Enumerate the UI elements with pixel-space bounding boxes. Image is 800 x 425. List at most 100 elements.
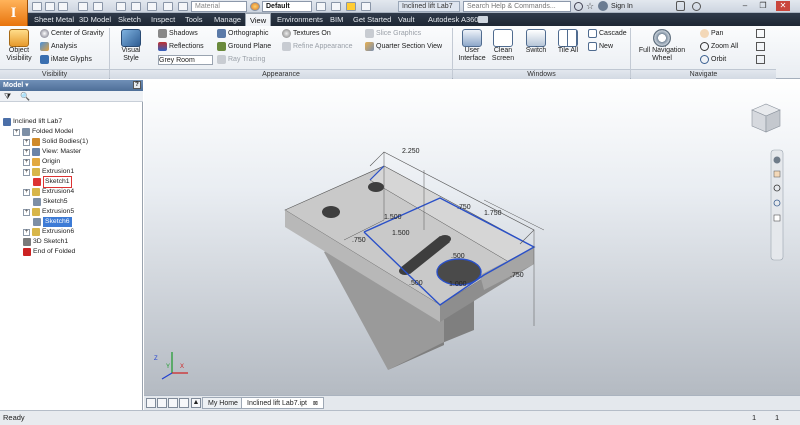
help-icon[interactable] [692, 2, 701, 11]
dim-label[interactable]: 1.750 [484, 210, 502, 217]
close-tab-icon[interactable]: ⊠ [313, 401, 318, 407]
orthographic-button[interactable]: Orthographic [217, 29, 268, 38]
ray-tracing-button[interactable]: Ray Tracing [217, 55, 265, 64]
expand-toggle-icon[interactable]: + [23, 228, 30, 236]
browser-node[interactable]: + Solid Bodies(1) [3, 137, 141, 147]
measure-icon[interactable] [163, 2, 173, 11]
pan-button[interactable]: Pan [700, 29, 723, 38]
orbit-button[interactable]: Orbit [700, 55, 726, 64]
save-icon[interactable] [58, 2, 68, 11]
tab-my-home[interactable]: My Home [202, 397, 244, 409]
quarter-section-view-button[interactable]: Quarter Section View [365, 42, 442, 51]
model-view-svg[interactable]: 2.250 1.750 .750 1.500 .750 .500 1.000 .… [144, 80, 800, 395]
minimize-icon[interactable]: – [738, 1, 752, 11]
appearance-select[interactable]: Default [262, 1, 312, 12]
redo-icon[interactable] [93, 2, 103, 11]
browser-node[interactable]: + Extrusion4 [3, 187, 141, 197]
cascade-button[interactable]: Cascade [588, 29, 627, 38]
nav-pan-icon[interactable] [773, 170, 781, 178]
textures-on-button[interactable]: Textures On [282, 29, 331, 38]
tile-all-button[interactable]: Tile All [554, 29, 582, 55]
browser-node[interactable]: End of Folded [3, 247, 141, 257]
browser-node[interactable]: + Origin [3, 157, 141, 167]
dim-label[interactable]: 1.500 [392, 230, 410, 237]
cascade-view-icon[interactable] [157, 398, 167, 408]
full-navigation-wheel-button[interactable]: Full Navigation Wheel [634, 29, 690, 63]
dim-label[interactable]: .750 [510, 272, 524, 279]
tab-3d-model[interactable]: 3D Model [75, 13, 115, 26]
adjust-icon[interactable] [316, 2, 326, 11]
dim-label[interactable]: .750 [352, 237, 366, 244]
maximize-icon[interactable]: ❐ [756, 1, 770, 11]
arrange-view-icon[interactable] [168, 398, 178, 408]
previous-view-icon[interactable] [756, 42, 765, 51]
new-file-icon[interactable] [32, 2, 42, 11]
browser-help-button[interactable]: ? [133, 81, 141, 89]
expand-toggle-icon[interactable]: + [23, 138, 30, 146]
expand-toggle-icon[interactable]: + [23, 158, 30, 166]
customize-icon[interactable] [361, 2, 371, 11]
star-icon[interactable]: ☆ [586, 0, 594, 12]
search-icon[interactable] [574, 2, 583, 11]
object-visibility-button[interactable]: Object Visibility [6, 29, 32, 63]
dim-label[interactable]: 2.250 [402, 148, 420, 155]
graphics-viewport[interactable]: 2.250 1.750 .750 1.500 .750 .500 1.000 .… [144, 80, 800, 395]
tab-vault[interactable]: Vault [394, 13, 419, 26]
cart-icon[interactable] [676, 1, 685, 11]
browser-node[interactable]: + Extrusion6 [3, 227, 141, 237]
tile-view-icon[interactable] [146, 398, 156, 408]
tab-get-started[interactable]: Get Started [349, 13, 395, 26]
visual-style-button[interactable]: Visual Style [113, 29, 149, 63]
tab-sketch[interactable]: Sketch [114, 13, 145, 26]
tab-sheet-metal[interactable]: Sheet Metal [30, 13, 78, 26]
browser-node[interactable]: Sketch6 [3, 217, 141, 227]
tab-inspect[interactable]: Inspect [147, 13, 179, 26]
close-icon[interactable]: ✕ [776, 1, 790, 11]
open-file-icon[interactable] [45, 2, 55, 11]
tab-environments[interactable]: Environments [273, 13, 327, 26]
help-search-input[interactable]: Search Help & Commands... [463, 1, 571, 12]
steering-wheel-icon[interactable] [773, 156, 781, 164]
nav-look-at-icon[interactable] [773, 214, 781, 222]
browser-node[interactable]: Inclined lift Lab7 [3, 117, 141, 127]
zoom-all-button[interactable]: Zoom All [700, 42, 738, 51]
select-icon[interactable] [131, 2, 141, 11]
browser-node[interactable]: Sketch5 [3, 197, 141, 207]
expand-toggle-icon[interactable]: + [23, 208, 30, 216]
view-face-icon[interactable] [756, 29, 765, 38]
expand-toggle-icon[interactable]: + [23, 168, 30, 176]
navigation-bar[interactable] [770, 149, 784, 261]
shadows-button[interactable]: Shadows [158, 29, 198, 38]
tab-bim[interactable]: BIM [326, 13, 347, 26]
imate-glyphs-button[interactable]: iMate Glyphs [40, 55, 92, 64]
material-select[interactable]: Material [191, 1, 247, 12]
reflections-button[interactable]: Reflections [158, 42, 204, 51]
tab-view[interactable]: View [245, 13, 272, 26]
filter-icon[interactable]: ⧩ [4, 92, 11, 101]
lighting-style-select[interactable]: Grey Room [158, 55, 213, 65]
dim-label[interactable]: .500 [451, 253, 465, 260]
new-window-button[interactable]: New [588, 42, 613, 51]
browser-node[interactable]: + Extrusion5 [3, 207, 141, 217]
ribbon-options-icon[interactable] [478, 16, 488, 23]
home-view-icon[interactable] [756, 55, 765, 64]
user-interface-button[interactable]: User Interface [457, 29, 487, 63]
browser-title[interactable]: Model ▾ ? [0, 80, 143, 91]
tab-autodesk-a360[interactable]: Autodesk A360 [424, 13, 482, 26]
center-of-gravity-button[interactable]: Center of Gravity [40, 29, 104, 38]
home-icon[interactable] [116, 2, 126, 11]
application-menu-button[interactable]: I [0, 0, 28, 26]
clean-screen-button[interactable]: Clean Screen [489, 29, 517, 63]
dim-label[interactable]: .750 [457, 204, 471, 211]
dim-label[interactable]: .500 [409, 280, 423, 287]
tab-list-icon[interactable] [179, 398, 189, 408]
ground-plane-button[interactable]: Ground Plane [217, 42, 271, 51]
expand-toggle-icon[interactable]: + [13, 128, 20, 136]
browser-node[interactable]: + Extrusion1 [3, 167, 141, 177]
tabs-scroll-up-icon[interactable]: ▲ [191, 398, 201, 408]
clear-override-icon[interactable] [331, 2, 341, 11]
dim-label[interactable]: 1.500 [384, 214, 402, 221]
switch-button[interactable]: Switch [522, 29, 550, 55]
slice-graphics-button[interactable]: Slice Graphics [365, 29, 421, 38]
expand-toggle-icon[interactable]: + [23, 188, 30, 196]
